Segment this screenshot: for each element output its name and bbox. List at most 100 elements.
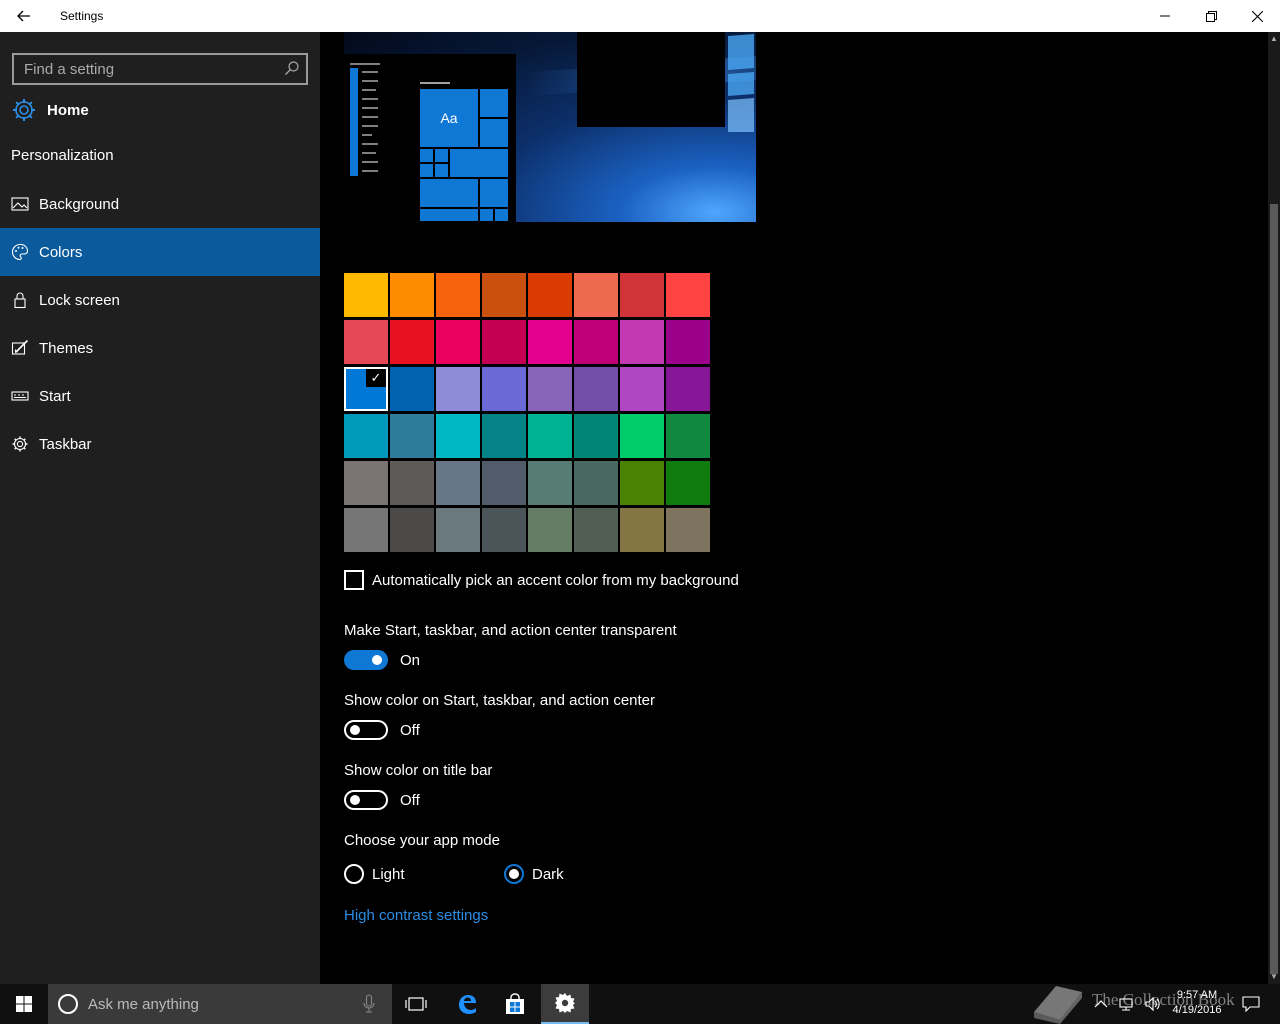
auto-pick-accent-row[interactable]: Automatically pick an accent color from … — [344, 570, 739, 590]
accent-color-swatch[interactable]: ✓ — [344, 367, 388, 411]
start-list-preview — [350, 63, 380, 176]
sidebar-item-background[interactable]: Background — [0, 180, 320, 228]
chevron-up-icon[interactable] — [1094, 999, 1108, 1009]
accent-color-swatch[interactable] — [482, 367, 526, 411]
accent-color-swatch[interactable] — [436, 461, 480, 505]
accent-color-swatch[interactable] — [390, 508, 434, 552]
accent-color-swatch[interactable] — [390, 367, 434, 411]
accent-color-swatch[interactable] — [620, 273, 664, 317]
settings-gear-icon — [555, 993, 575, 1013]
accent-color-swatch[interactable] — [390, 461, 434, 505]
accent-color-swatch[interactable] — [528, 461, 572, 505]
minimize-button[interactable] — [1142, 0, 1188, 32]
windows-logo-icon — [16, 996, 32, 1012]
accent-color-swatch[interactable] — [666, 367, 710, 411]
accent-color-swatch[interactable] — [390, 414, 434, 458]
microphone-icon[interactable] — [363, 994, 375, 1014]
settings-taskbar-button[interactable] — [541, 984, 589, 1024]
accent-color-swatch[interactable] — [344, 273, 388, 317]
cortana-search-box[interactable]: Ask me anything — [48, 984, 392, 1024]
cortana-placeholder: Ask me anything — [88, 996, 199, 1013]
accent-color-swatch[interactable] — [482, 461, 526, 505]
app-mode-light-radio[interactable] — [344, 864, 364, 884]
back-button[interactable] — [8, 4, 40, 28]
sidebar-item-colors[interactable]: Colors — [0, 228, 320, 276]
accent-color-swatch[interactable] — [574, 414, 618, 458]
sidebar-item-start[interactable]: Start — [0, 372, 320, 420]
accent-color-swatch[interactable] — [666, 508, 710, 552]
accent-color-swatch[interactable] — [344, 414, 388, 458]
sidebar-item-taskbar[interactable]: Taskbar — [0, 420, 320, 468]
system-tray — [1094, 984, 1162, 1024]
sidebar-item-label: Lock screen — [39, 291, 120, 309]
theme-preview: Aa — [344, 32, 756, 222]
start-button[interactable] — [0, 984, 48, 1024]
show-color-start-toggle[interactable] — [344, 720, 388, 740]
main-scrollbar[interactable]: ▲ ▼ — [1268, 32, 1280, 984]
restore-button[interactable] — [1188, 0, 1234, 32]
preview-tile — [479, 118, 509, 148]
accent-color-swatch[interactable] — [528, 320, 572, 364]
book-icon — [1034, 986, 1082, 1024]
edge-browser-button[interactable] — [443, 984, 491, 1024]
sidebar-item-themes[interactable]: Themes — [0, 324, 320, 372]
search-icon[interactable] — [284, 60, 300, 76]
accent-color-swatch[interactable] — [528, 508, 572, 552]
transparency-toggle[interactable] — [344, 650, 388, 670]
scroll-down-icon[interactable]: ▼ — [1270, 972, 1278, 982]
action-center-button[interactable] — [1236, 984, 1266, 1024]
accent-color-swatch[interactable] — [390, 320, 434, 364]
accent-color-swatch[interactable] — [620, 320, 664, 364]
accent-color-swatch[interactable] — [666, 414, 710, 458]
accent-color-swatch[interactable] — [574, 461, 618, 505]
accent-color-swatch[interactable] — [620, 508, 664, 552]
accent-color-swatch[interactable] — [574, 320, 618, 364]
app-mode-dark-radio[interactable] — [504, 864, 524, 884]
accent-color-swatch[interactable] — [620, 367, 664, 411]
restore-icon — [1205, 10, 1217, 22]
accent-color-swatch[interactable] — [436, 273, 480, 317]
auto-pick-accent-checkbox[interactable] — [344, 570, 364, 590]
task-view-button[interactable] — [392, 984, 440, 1024]
scroll-up-icon[interactable]: ▲ — [1270, 34, 1278, 44]
accent-color-swatch[interactable] — [666, 461, 710, 505]
accent-color-swatch[interactable] — [390, 273, 434, 317]
accent-color-swatch[interactable] — [482, 508, 526, 552]
network-icon[interactable] — [1118, 996, 1136, 1012]
desktop-window-panes — [726, 32, 756, 132]
accent-color-swatch[interactable] — [436, 414, 480, 458]
window-title: Settings — [60, 9, 104, 23]
sidebar-item-lock-screen[interactable]: Lock screen — [0, 276, 320, 324]
accent-color-swatch[interactable] — [482, 320, 526, 364]
palette-icon — [12, 243, 29, 261]
accent-color-swatch[interactable] — [344, 320, 388, 364]
accent-color-swatch[interactable] — [666, 273, 710, 317]
accent-color-swatch[interactable] — [436, 320, 480, 364]
accent-color-swatch[interactable] — [666, 320, 710, 364]
high-contrast-link[interactable]: High contrast settings — [344, 907, 488, 924]
accent-color-swatch[interactable] — [436, 367, 480, 411]
accent-color-swatch[interactable] — [344, 508, 388, 552]
taskbar-clock[interactable]: 9:57 AM 4/19/2016 — [1162, 988, 1232, 1018]
accent-color-swatch[interactable] — [620, 461, 664, 505]
preview-tile — [479, 208, 494, 222]
store-button[interactable] — [491, 984, 539, 1024]
accent-color-swatch[interactable] — [574, 508, 618, 552]
accent-color-swatch[interactable] — [528, 414, 572, 458]
accent-color-swatch[interactable] — [528, 367, 572, 411]
accent-color-swatch[interactable] — [528, 273, 572, 317]
accent-color-swatch[interactable] — [344, 461, 388, 505]
accent-color-swatch[interactable] — [620, 414, 664, 458]
scrollbar-thumb[interactable] — [1270, 204, 1278, 974]
home-nav-item[interactable]: Home — [0, 92, 320, 128]
search-input[interactable] — [14, 55, 306, 83]
accent-color-swatch[interactable] — [436, 508, 480, 552]
volume-icon[interactable] — [1144, 996, 1162, 1012]
show-color-title-toggle[interactable] — [344, 790, 388, 810]
toggle-knob — [350, 725, 360, 735]
accent-color-swatch[interactable] — [482, 414, 526, 458]
close-button[interactable] — [1234, 0, 1280, 32]
accent-color-swatch[interactable] — [574, 273, 618, 317]
accent-color-swatch[interactable] — [574, 367, 618, 411]
accent-color-swatch[interactable] — [482, 273, 526, 317]
